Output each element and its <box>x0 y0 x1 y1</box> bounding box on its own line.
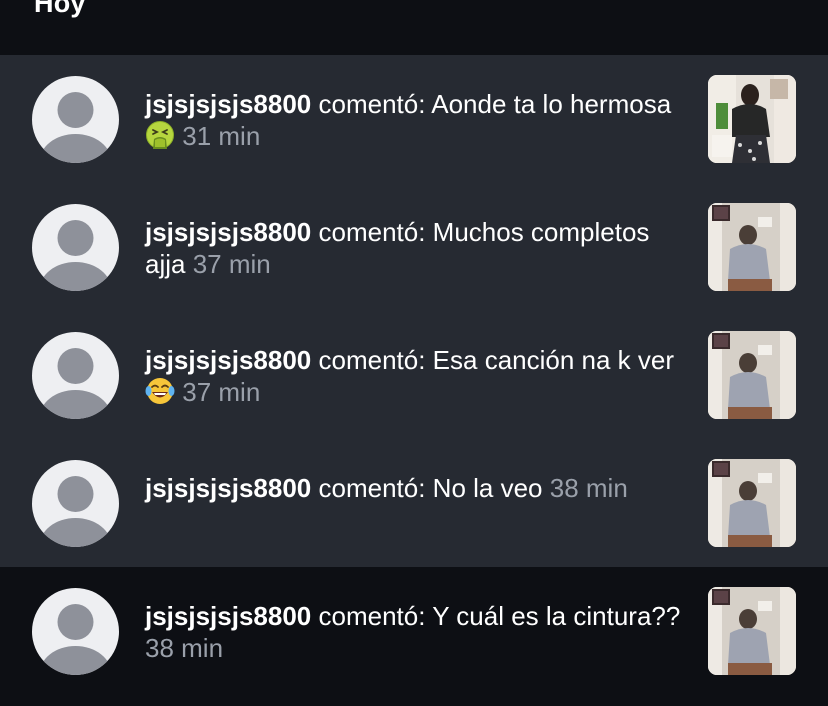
notification-row[interactable]: jsjsjsjsjs8800 comentó: Esa canción na k… <box>0 311 828 439</box>
post-thumbnail[interactable] <box>708 75 796 163</box>
timestamp: 38 min <box>145 633 224 663</box>
notification-row[interactable]: jsjsjsjsjs8800 comentó: No la veo 38 min <box>0 439 828 567</box>
notification-text: jsjsjsjsjs8800 comentó: Muchos completos… <box>145 216 693 280</box>
username-link[interactable]: jsjsjsjsjs8800 <box>145 601 311 631</box>
post-thumbnail[interactable] <box>708 203 796 291</box>
post-thumbnail[interactable] <box>708 331 796 419</box>
username-link[interactable]: jsjsjsjsjs8800 <box>145 473 311 503</box>
default-avatar-icon[interactable] <box>32 332 119 419</box>
action-text: comentó: <box>311 345 433 375</box>
timestamp: 37 min <box>182 377 261 407</box>
vomiting-face-emoji-icon <box>146 121 174 149</box>
username-link[interactable]: jsjsjsjsjs8800 <box>145 89 311 119</box>
comment-text: Y cuál es la cintura?? <box>432 601 681 631</box>
laughing-tears-emoji-icon <box>145 378 175 404</box>
comment-text: No la veo <box>432 473 543 503</box>
default-avatar-icon[interactable] <box>32 460 119 547</box>
section-title-today: Hoy <box>34 0 86 18</box>
timestamp: 31 min <box>182 121 261 151</box>
notification-text: jsjsjsjsjs8800 comentó: Esa canción na k… <box>145 344 693 408</box>
notification-text: jsjsjsjsjs8800 comentó: Aonde ta lo herm… <box>145 88 693 152</box>
notification-row[interactable]: jsjsjsjsjs8800 comentó: Muchos completos… <box>0 183 828 311</box>
action-text: comentó: <box>311 601 433 631</box>
timestamp: 37 min <box>192 249 271 279</box>
username-link[interactable]: jsjsjsjsjs8800 <box>145 345 311 375</box>
default-avatar-icon[interactable] <box>32 588 119 675</box>
notification-text: jsjsjsjsjs8800 comentó: No la veo 38 min <box>145 472 693 504</box>
comment-text: Esa canción na k ver <box>432 345 675 375</box>
post-thumbnail[interactable] <box>708 587 796 675</box>
post-thumbnail[interactable] <box>708 459 796 547</box>
comment-text: Aonde ta lo hermosa <box>431 89 672 119</box>
action-text: comentó: <box>311 473 433 503</box>
notifications-header: Hoy <box>0 0 828 55</box>
default-avatar-icon[interactable] <box>32 76 119 163</box>
username-link[interactable]: jsjsjsjsjs8800 <box>145 217 311 247</box>
notification-row[interactable]: jsjsjsjsjs8800 comentó: Y cuál es la cin… <box>0 567 828 695</box>
timestamp: 38 min <box>549 473 628 503</box>
action-text: comentó: <box>311 89 432 119</box>
action-text: comentó: <box>311 217 433 247</box>
notification-row[interactable]: jsjsjsjsjs8800 comentó: Aonde ta lo herm… <box>0 55 828 183</box>
default-avatar-icon[interactable] <box>32 204 119 291</box>
notification-text: jsjsjsjsjs8800 comentó: Y cuál es la cin… <box>145 600 693 664</box>
notification-list: jsjsjsjsjs8800 comentó: Aonde ta lo herm… <box>0 55 828 695</box>
